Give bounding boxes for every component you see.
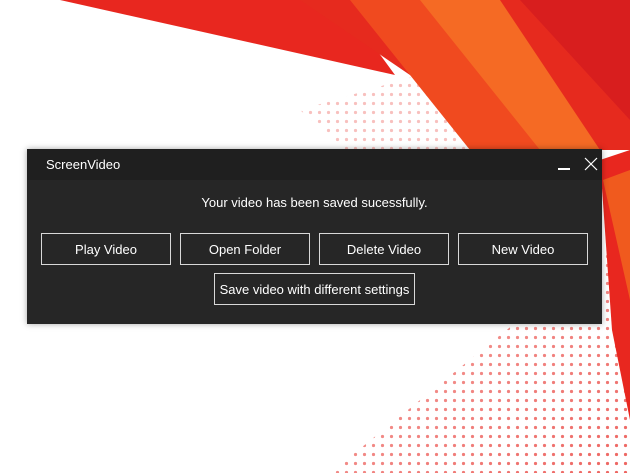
play-video-button[interactable]: Play Video xyxy=(41,233,171,265)
open-folder-button[interactable]: Open Folder xyxy=(180,233,310,265)
status-message: Your video has been saved sucessfully. xyxy=(201,195,428,210)
dialog-titlebar[interactable]: ScreenVideo xyxy=(27,149,602,180)
save-dialog: ScreenVideo Your video has been saved su… xyxy=(27,149,602,324)
dialog-title: ScreenVideo xyxy=(46,157,121,172)
minimize-icon xyxy=(558,168,570,170)
new-video-button[interactable]: New Video xyxy=(458,233,588,265)
close-icon xyxy=(584,157,598,171)
delete-video-button[interactable]: Delete Video xyxy=(319,233,449,265)
close-button[interactable] xyxy=(576,149,606,180)
save-different-settings-button[interactable]: Save video with different settings xyxy=(214,273,415,305)
minimize-button[interactable] xyxy=(549,149,579,180)
